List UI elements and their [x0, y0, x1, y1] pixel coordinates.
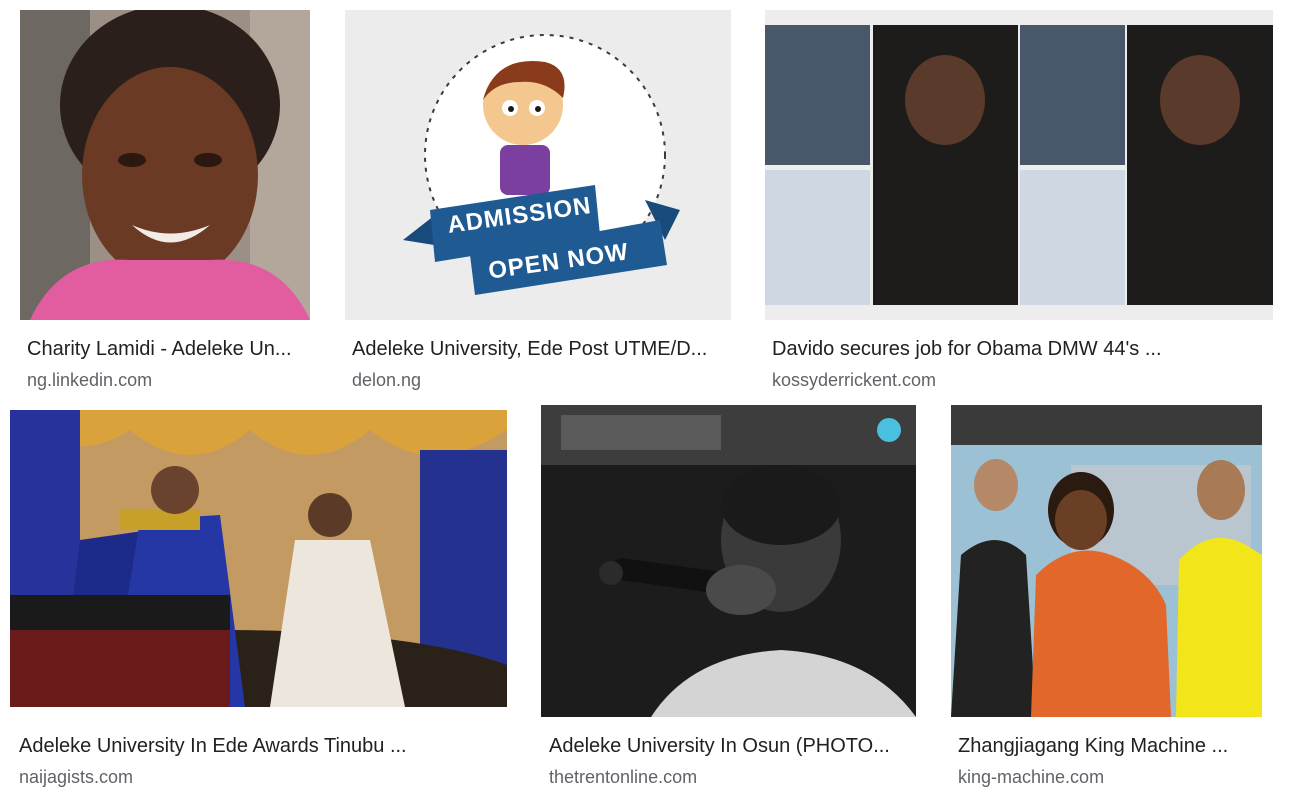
result-source-3[interactable]: kossyderrickent.com — [772, 368, 936, 392]
result-title-5[interactable]: Adeleke University In Osun (PHOTO... — [549, 733, 917, 759]
result-card-4[interactable]: Adeleke University In Ede Awards Tinubu … — [10, 410, 525, 790]
result-source-1[interactable]: ng.linkedin.com — [27, 368, 152, 392]
result-source-2[interactable]: delon.ng — [352, 368, 421, 392]
result-thumbnail-2[interactable]: ADMISSION OPEN NOW — [345, 10, 731, 320]
result-thumbnail-4[interactable] — [10, 410, 507, 707]
result-thumbnail-5[interactable] — [541, 405, 916, 717]
result-source-4[interactable]: naijagists.com — [19, 765, 133, 789]
result-thumbnail-3[interactable] — [765, 10, 1273, 320]
result-title-4[interactable]: Adeleke University In Ede Awards Tinubu … — [19, 733, 509, 759]
portrait-photo-image — [20, 10, 310, 320]
collage-photo-image — [765, 10, 1273, 320]
result-source-5[interactable]: thetrentonline.com — [549, 765, 697, 789]
result-card-2[interactable]: ADMISSION OPEN NOW Adeleke University, E… — [345, 10, 740, 395]
result-card-6[interactable]: Zhangjiagang King Machine ... king-machi… — [951, 405, 1271, 790]
result-card-3[interactable]: Davido secures job for Obama DMW 44's ..… — [765, 10, 1275, 395]
result-thumbnail-1[interactable] — [20, 10, 310, 320]
microphone-photo-image — [541, 405, 916, 717]
result-card-1[interactable]: Charity Lamidi - Adeleke Un... ng.linked… — [20, 10, 320, 395]
result-title-1[interactable]: Charity Lamidi - Adeleke Un... — [27, 336, 312, 362]
result-source-6[interactable]: king-machine.com — [958, 765, 1104, 789]
result-title-6[interactable]: Zhangjiagang King Machine ... — [958, 733, 1263, 759]
result-title-3[interactable]: Davido secures job for Obama DMW 44's ..… — [772, 336, 1267, 362]
result-card-5[interactable]: Adeleke University In Osun (PHOTO... the… — [541, 405, 941, 790]
result-title-2[interactable]: Adeleke University, Ede Post UTME/D... — [352, 336, 732, 362]
group-photo-image — [951, 405, 1262, 717]
convocation-photo-image — [10, 410, 507, 707]
result-thumbnail-6[interactable] — [951, 405, 1262, 717]
